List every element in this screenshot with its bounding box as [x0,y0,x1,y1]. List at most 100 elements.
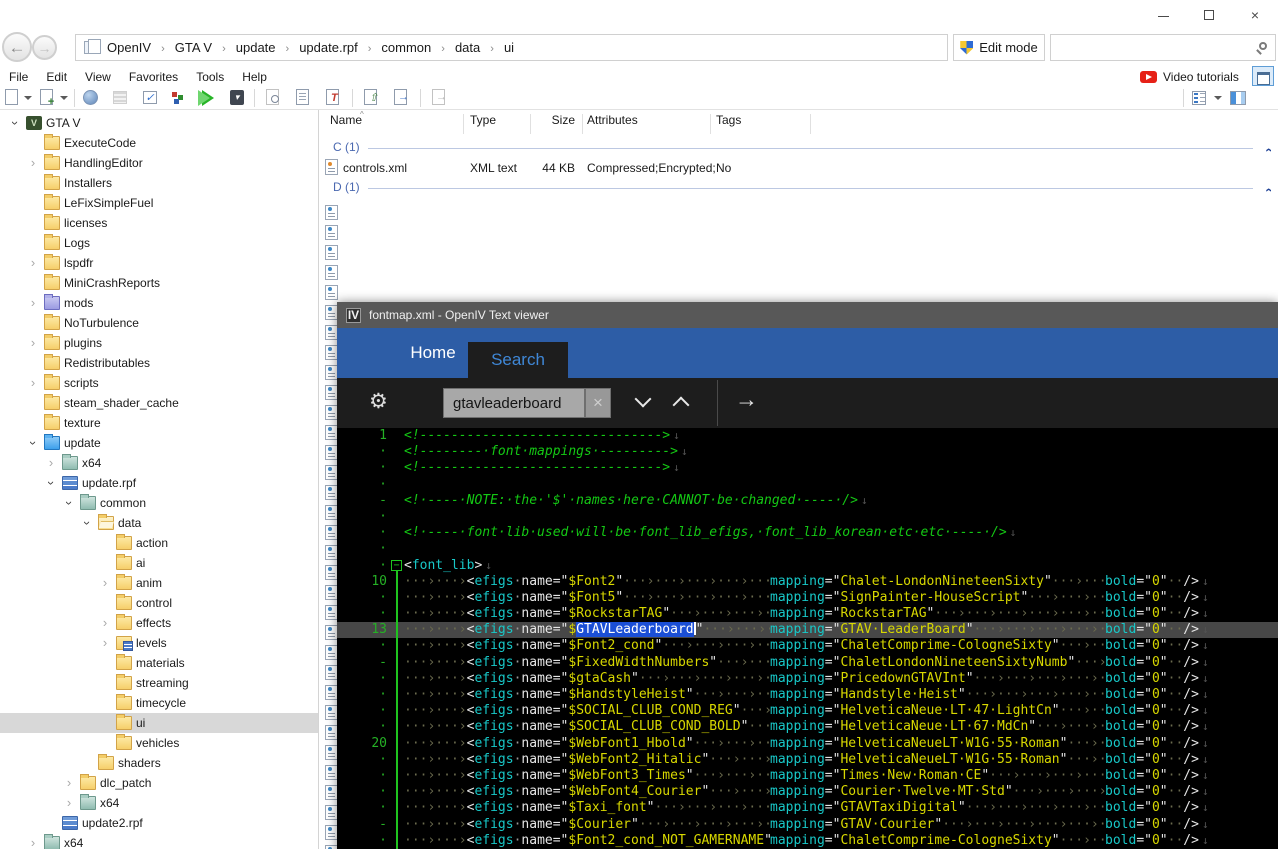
tree-item-ai[interactable]: ai [0,553,319,573]
code-line[interactable]: ····›···›<efigs·name="$WebFont4_Courier"… [337,784,1278,800]
code-line[interactable]: ····›···›<efigs·name="$RockstarTAG"···›·… [337,606,1278,622]
forward-button[interactable]: → [32,35,57,60]
export-icon[interactable] [392,89,410,107]
columns-icon[interactable] [1230,89,1248,107]
code-line[interactable]: · [337,509,1278,525]
tree-item-licenses[interactable]: licenses [0,213,319,233]
tree-item-redistributables[interactable]: Redistributables [0,353,319,373]
tree-item-timecycle[interactable]: timecycle [0,693,319,713]
find-previous-icon[interactable] [673,397,690,414]
tree-item-streaming[interactable]: streaming [0,673,319,693]
column-header-type[interactable]: Type [470,113,496,135]
menu-help[interactable]: Help [233,66,276,88]
code-line[interactable]: ····›···›<efigs·name="$SOCIAL_CLUB_COND_… [337,719,1278,735]
code-line[interactable]: 1<!------------------------------->↓ [337,428,1278,444]
collapse-arrow-icon[interactable]: › [61,496,77,510]
search-input[interactable] [1055,37,1250,58]
tree-item-update2-rpf[interactable]: update2.rpf [0,813,319,833]
tree-item-plugins[interactable]: ›plugins [0,333,319,353]
tree-item-data[interactable]: ›data [0,513,319,533]
tree-item-minicrashreports[interactable]: MiniCrashReports [0,273,319,293]
collapse-arrow-icon[interactable]: › [7,116,23,130]
tree-item-noturbulence[interactable]: NoTurbulence [0,313,319,333]
menu-tools[interactable]: Tools [187,66,233,88]
expand-arrow-icon[interactable]: › [62,775,76,791]
expand-arrow-icon[interactable]: › [98,635,112,651]
tree-item-x64[interactable]: ›x64 [0,793,319,813]
package-browser-icon[interactable] [82,89,100,107]
tree-item-texture[interactable]: texture [0,413,319,433]
go-arrow-icon[interactable]: → [735,386,758,413]
collapse-arrow-icon[interactable]: › [25,436,41,450]
code-line[interactable]: · [337,541,1278,557]
viewer-search-input[interactable] [444,389,584,417]
tree-item-anim[interactable]: ›anim [0,573,319,593]
tab-home[interactable]: Home [389,328,477,378]
breadcrumb-item-data[interactable]: data [451,40,484,55]
find-next-icon[interactable] [635,391,652,408]
tree-item-handlingeditor[interactable]: ›HandlingEditor [0,153,319,173]
import-icon[interactable] [362,89,380,107]
expand-arrow-icon[interactable]: › [44,455,58,471]
code-line[interactable]: -<!·----·NOTE:·the·'$'·names·here·CANNOT… [337,493,1278,509]
tree-item-logs[interactable]: Logs [0,233,319,253]
column-header-tags[interactable]: Tags [716,113,741,135]
tree-item-update[interactable]: ›update [0,433,319,453]
menu-edit[interactable]: Edit [37,66,76,88]
window-layout-button[interactable] [1252,66,1274,86]
back-button[interactable]: ← [2,32,32,62]
code-line[interactable]: ····›···›<efigs·name="$Taxi_font"···›···… [337,800,1278,816]
code-line[interactable]: · [337,477,1278,493]
breadcrumb-item-update-rpf[interactable]: update.rpf [295,40,362,55]
add-file-icon[interactable] [38,89,56,107]
expand-arrow-icon[interactable]: › [26,835,40,849]
tree-item-mods[interactable]: ›mods [0,293,319,313]
tree-item-scripts[interactable]: ›scripts [0,373,319,393]
expand-arrow-icon[interactable]: › [26,155,40,171]
tree-item-gta-v[interactable]: ›VGTA V [0,113,319,133]
code-line[interactable]: ····›···›<efigs·name="$Font2_cond"···›··… [337,638,1278,654]
tree-item-common[interactable]: ›common [0,493,319,513]
tree-item-installers[interactable]: Installers [0,173,319,193]
collapse-arrow-icon[interactable]: › [79,516,95,530]
breadcrumb-item-openiv[interactable]: OpenIV [103,40,155,55]
code-line[interactable]: ····›···›<efigs·name="$Font2_cond_NOT_GA… [337,833,1278,849]
close-button[interactable]: × [1238,4,1272,26]
tree-item-materials[interactable]: materials [0,653,319,673]
menu-view[interactable]: View [76,66,120,88]
color-legend-icon[interactable] [170,89,188,107]
tree-item-executecode[interactable]: ExecuteCode [0,133,319,153]
view-mode-icon[interactable] [1192,89,1210,107]
code-line[interactable]: ·<!--------·font·mappings·--------->↓ [337,444,1278,460]
code-line[interactable]: ····›···›<efigs·name="$HandstyleHeist"··… [337,687,1278,703]
tree-item-action[interactable]: action [0,533,319,553]
tree-item-dlc-patch[interactable]: ›dlc_patch [0,773,319,793]
tab-search[interactable]: Search [468,342,568,378]
breadcrumb-item-ui[interactable]: ui [500,40,518,55]
tree-item-ui[interactable]: ui [0,713,319,733]
text-view-icon[interactable] [294,89,312,107]
tree-item-steam-shader-cache[interactable]: steam_shader_cache [0,393,319,413]
tree-item-effects[interactable]: ›effects [0,613,319,633]
breadcrumb-item-update[interactable]: update [232,40,280,55]
new-file-dropdown-icon[interactable] [24,96,32,100]
breadcrumb-item-common[interactable]: common [377,40,435,55]
font-view-icon[interactable] [324,89,342,107]
run-icon[interactable] [200,89,218,107]
expand-arrow-icon[interactable]: › [26,335,40,351]
expand-arrow-icon[interactable]: › [26,295,40,311]
new-file-icon[interactable] [3,89,21,107]
tree-item-update-rpf[interactable]: ›update.rpf [0,473,319,493]
minimize-button[interactable] [1146,4,1180,26]
gear-icon[interactable]: ⚙ [369,389,388,414]
code-line[interactable]: 13···›···›<efigs·name="$GTAVLeaderboard"… [337,622,1278,638]
code-editor[interactable]: 1<!------------------------------->↓·<!-… [337,428,1278,849]
code-line[interactable]: -···›···›<efigs·name="$FixedWidthNumbers… [337,655,1278,671]
edit-mode-button[interactable]: Edit mode [953,34,1045,61]
view-mode-dropdown-icon[interactable] [1214,96,1222,100]
expand-arrow-icon[interactable]: › [26,255,40,271]
code-line[interactable]: ····›···›<efigs·name="$WebFont3_Times"··… [337,768,1278,784]
group-header-c[interactable]: C (1)› [320,140,1278,156]
code-line[interactable]: ·<!·----·font·lib·used·will·be·font_lib_… [337,525,1278,541]
code-line[interactable]: -···›···›<efigs·name="$Courier"···›···›·… [337,817,1278,833]
